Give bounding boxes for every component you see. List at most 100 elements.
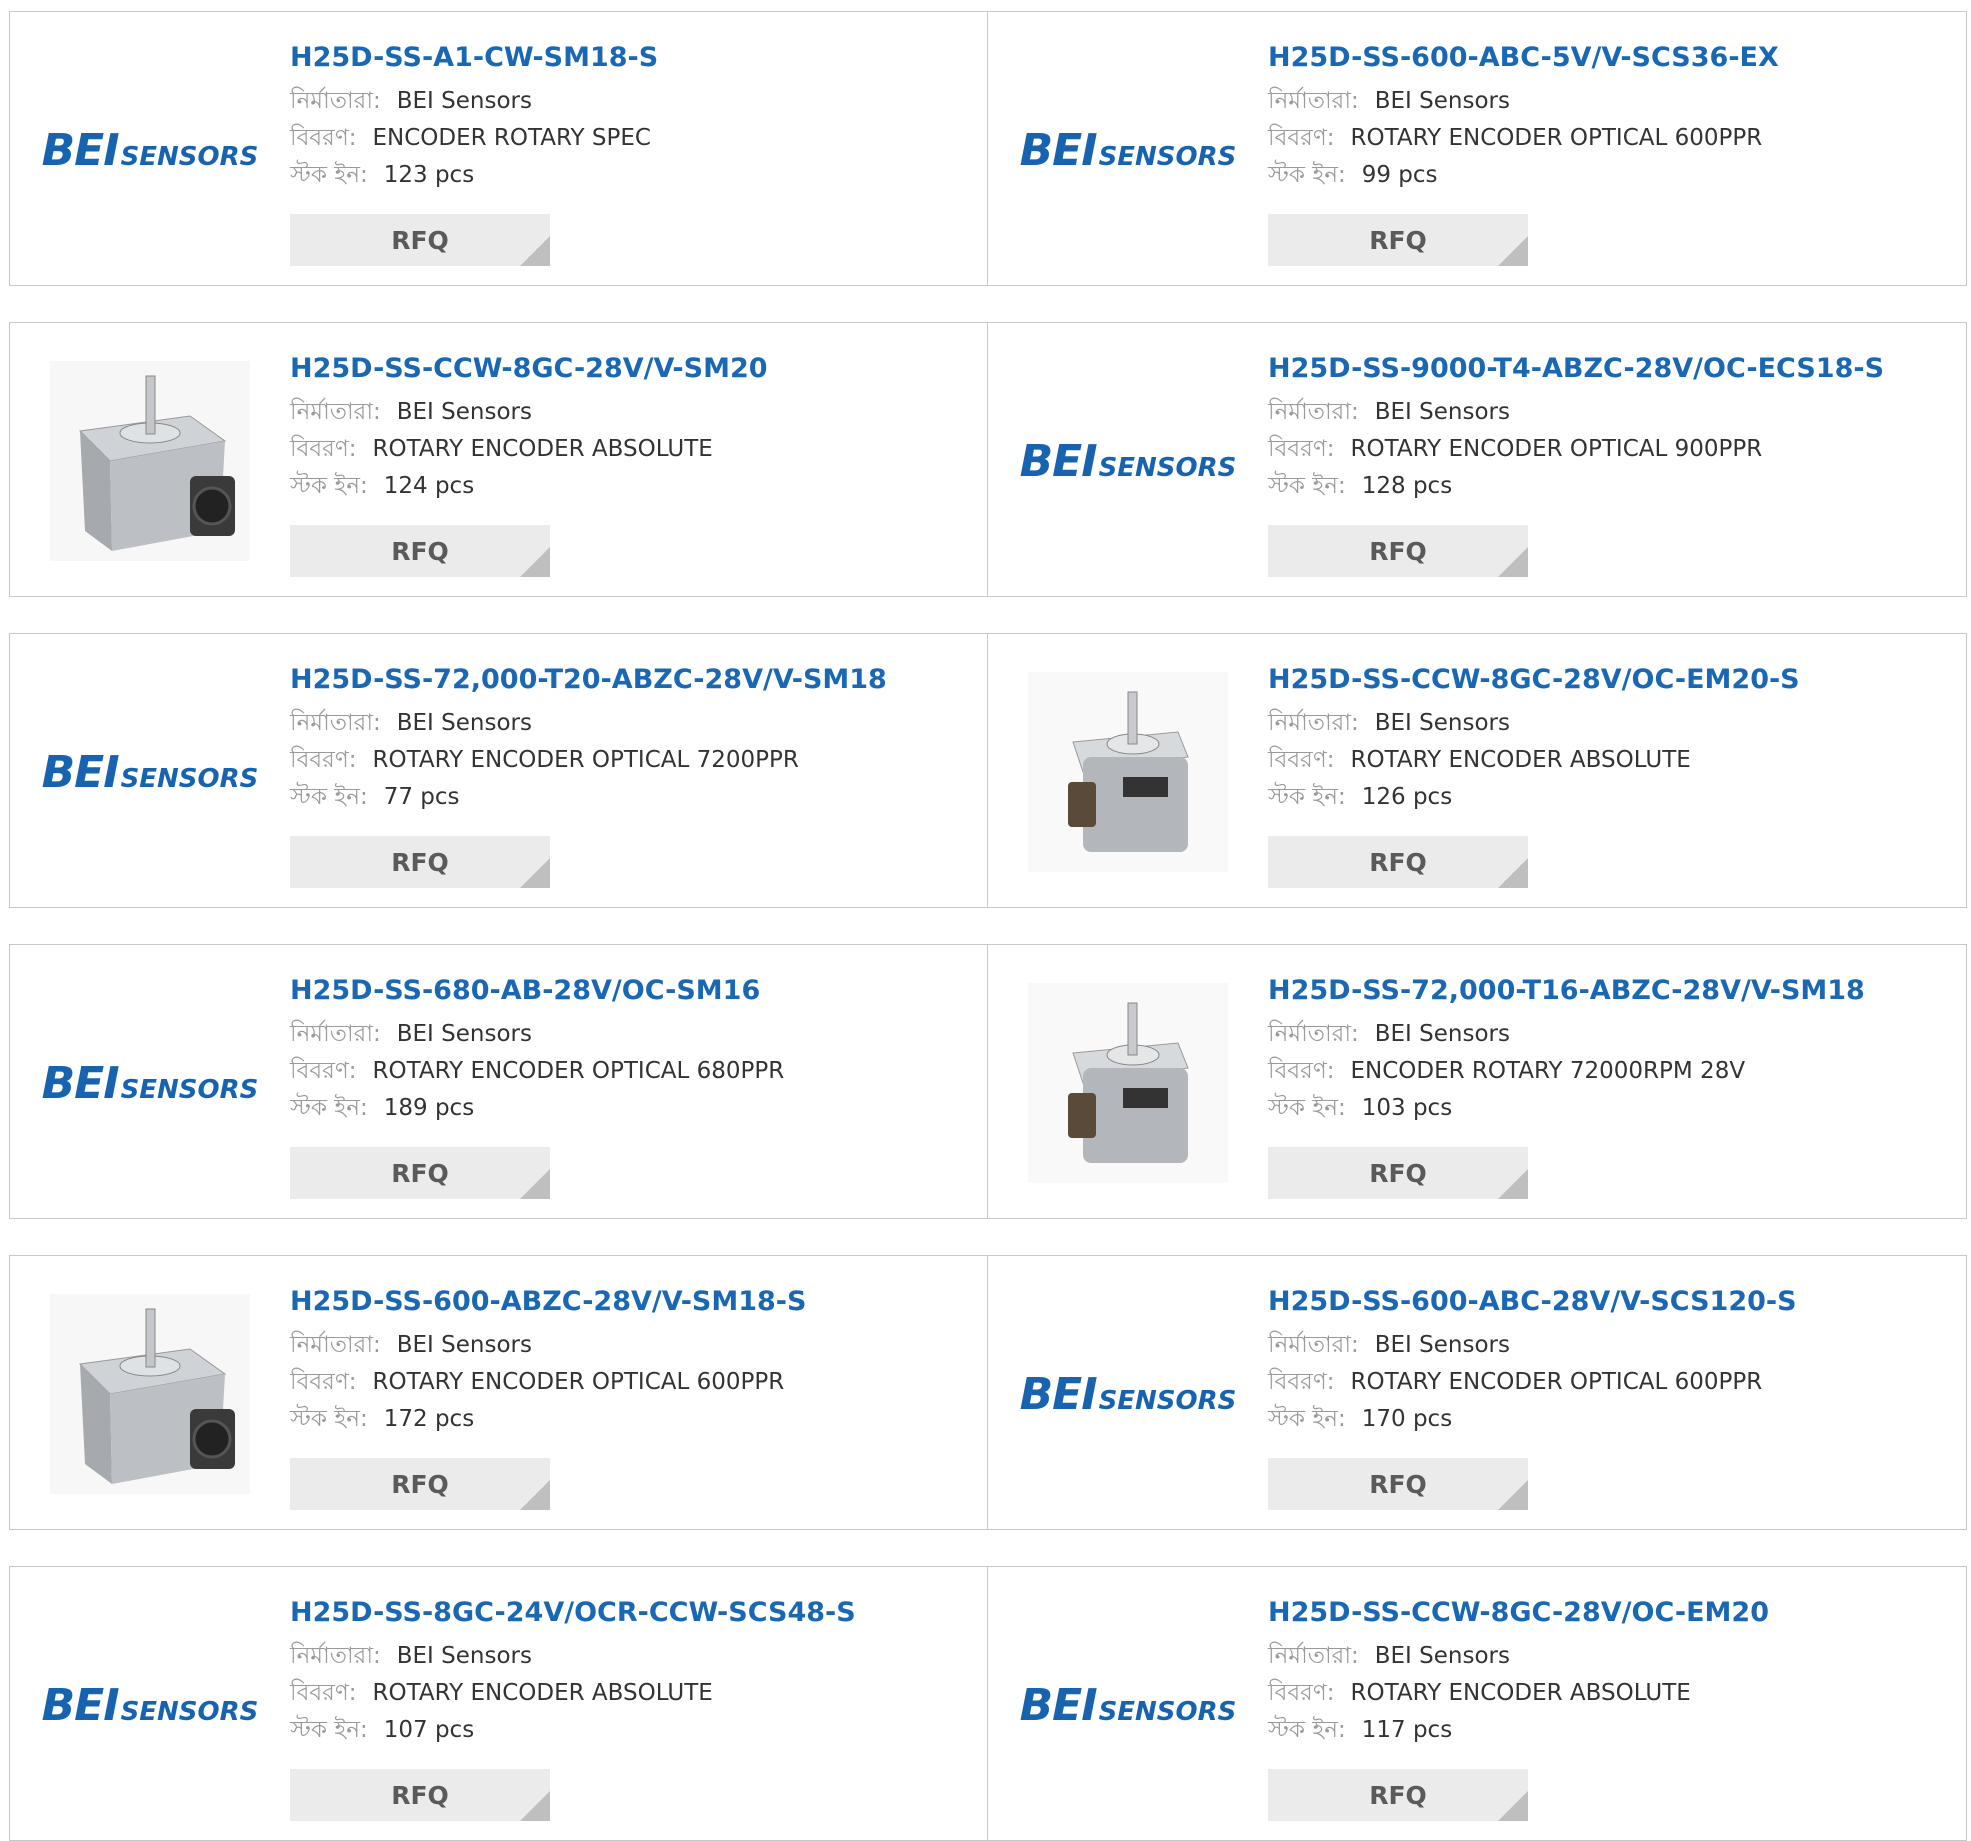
product-image[interactable] xyxy=(1018,973,1238,1193)
product-image[interactable]: BEI SENSORS xyxy=(1018,1595,1238,1815)
rfq-button[interactable]: RFQ xyxy=(1268,214,1528,266)
product-part-link[interactable]: H25D-SS-600-ABC-5V/V-SCS36-EX xyxy=(1268,42,1946,73)
product-part-link[interactable]: H25D-SS-8GC-24V/OCR-CCW-SCS48-S xyxy=(290,1597,968,1628)
stock-value: 103 pcs xyxy=(1361,1095,1453,1121)
rfq-button[interactable]: RFQ xyxy=(1268,1769,1528,1821)
corner-decoration xyxy=(520,1169,550,1199)
stock-value: 189 pcs xyxy=(383,1095,475,1121)
manufacturer-value: BEI Sensors xyxy=(396,1332,532,1358)
encoder-photo xyxy=(1028,672,1228,872)
product-card: BEI SENSORS H25D-SS-72,000-T20-ABZC-28V/V… xyxy=(9,633,989,908)
manufacturer-label: নির্মাতারা: xyxy=(290,1021,381,1047)
description-row: বিবরণ: ROTARY ENCODER OPTICAL 900PPR xyxy=(1268,431,1946,468)
rfq-button[interactable]: RFQ xyxy=(1268,525,1528,577)
product-part-link[interactable]: H25D-SS-CCW-8GC-28V/V-SM20 xyxy=(290,353,968,384)
product-image[interactable]: BEI SENSORS xyxy=(40,1595,260,1815)
stock-value: 99 pcs xyxy=(1361,162,1438,188)
product-image[interactable]: BEI SENSORS xyxy=(1018,1284,1238,1504)
logo-bei-text: BEI xyxy=(41,1679,120,1731)
bei-sensors-logo: BEI SENSORS xyxy=(1020,125,1237,176)
stock-value: 124 pcs xyxy=(383,473,475,499)
product-part-link[interactable]: H25D-SS-9000-T4-ABZC-28V/OC-ECS18-S xyxy=(1268,353,1946,384)
product-info: H25D-SS-CCW-8GC-28V/V-SM20 নির্মাতারা: BE… xyxy=(290,353,968,505)
stock-label: স্টক ইন: xyxy=(1268,1095,1346,1121)
rfq-button[interactable]: RFQ xyxy=(290,525,550,577)
manufacturer-label: নির্মাতারা: xyxy=(1268,88,1359,114)
rfq-button[interactable]: RFQ xyxy=(1268,1458,1528,1510)
stock-label: স্টক ইন: xyxy=(1268,784,1346,810)
stock-row: স্টক ইন: 128 pcs xyxy=(1268,468,1946,505)
product-card: BEI SENSORS H25D-SS-8GC-24V/OCR-CCW-SCS48… xyxy=(9,1566,989,1841)
product-part-link[interactable]: H25D-SS-600-ABC-28V/V-SCS120-S xyxy=(1268,1286,1946,1317)
product-part-link[interactable]: H25D-SS-A1-CW-SM18-S xyxy=(290,42,968,73)
product-image[interactable] xyxy=(1018,662,1238,882)
product-card: BEI SENSORS H25D-SS-680-AB-28V/OC-SM16 নি… xyxy=(9,944,989,1219)
product-image[interactable]: BEI SENSORS xyxy=(1018,40,1238,260)
logo-sensors-text: SENSORS xyxy=(120,1696,259,1727)
description-label: বিবরণ: xyxy=(290,1058,357,1084)
rfq-button[interactable]: RFQ xyxy=(290,1458,550,1510)
bei-sensors-logo: BEI SENSORS xyxy=(42,125,259,176)
stock-label: স্টক ইন: xyxy=(1268,1717,1346,1743)
rfq-button[interactable]: RFQ xyxy=(1268,1147,1528,1199)
product-image[interactable]: BEI SENSORS xyxy=(40,40,260,260)
manufacturer-value: BEI Sensors xyxy=(1374,1332,1510,1358)
product-image[interactable]: BEI SENSORS xyxy=(40,662,260,882)
description-label: বিবরণ: xyxy=(1268,1680,1335,1706)
product-info: H25D-SS-A1-CW-SM18-S নির্মাতারা: BEI Sens… xyxy=(290,42,968,194)
corner-decoration xyxy=(520,1480,550,1510)
description-value: ROTARY ENCODER OPTICAL 600PPR xyxy=(1350,1369,1763,1395)
description-row: বিবরণ: ENCODER ROTARY SPEC xyxy=(290,120,968,157)
rfq-label: RFQ xyxy=(391,847,449,877)
product-image[interactable]: BEI SENSORS xyxy=(1018,351,1238,571)
description-row: বিবরণ: ROTARY ENCODER ABSOLUTE xyxy=(1268,742,1946,779)
product-part-link[interactable]: H25D-SS-CCW-8GC-28V/OC-EM20 xyxy=(1268,1597,1946,1628)
rfq-label: RFQ xyxy=(391,225,449,255)
logo-bei-text: BEI xyxy=(41,1057,120,1109)
description-label: বিবরণ: xyxy=(1268,1058,1335,1084)
rfq-button[interactable]: RFQ xyxy=(290,214,550,266)
description-label: বিবরণ: xyxy=(1268,436,1335,462)
product-part-link[interactable]: H25D-SS-600-ABZC-28V/V-SM18-S xyxy=(290,1286,968,1317)
description-label: বিবরণ: xyxy=(290,747,357,773)
product-image[interactable] xyxy=(40,1284,260,1504)
product-card: H25D-SS-72,000-T16-ABZC-28V/V-SM18 নির্ম… xyxy=(987,944,1967,1219)
product-part-link[interactable]: H25D-SS-72,000-T20-ABZC-28V/V-SM18 xyxy=(290,664,968,695)
stock-row: স্টক ইন: 77 pcs xyxy=(290,779,968,816)
bei-sensors-logo: BEI SENSORS xyxy=(42,1680,259,1731)
bei-sensors-logo: BEI SENSORS xyxy=(1020,1369,1237,1420)
corner-decoration xyxy=(1498,1791,1528,1821)
stock-label: স্টক ইন: xyxy=(290,1095,368,1121)
stock-label: স্টক ইন: xyxy=(1268,1406,1346,1432)
rfq-label: RFQ xyxy=(391,1158,449,1188)
bei-sensors-logo: BEI SENSORS xyxy=(42,747,259,798)
description-row: বিবরণ: ROTARY ENCODER ABSOLUTE xyxy=(1268,1675,1946,1712)
product-part-link[interactable]: H25D-SS-680-AB-28V/OC-SM16 xyxy=(290,975,968,1006)
description-label: বিবরণ: xyxy=(1268,125,1335,151)
rfq-label: RFQ xyxy=(1369,1780,1427,1810)
manufacturer-value: BEI Sensors xyxy=(1374,710,1510,736)
product-image[interactable]: BEI SENSORS xyxy=(40,973,260,1193)
stock-label: স্টক ইন: xyxy=(290,473,368,499)
manufacturer-label: নির্মাতারা: xyxy=(290,1643,381,1669)
product-part-link[interactable]: H25D-SS-CCW-8GC-28V/OC-EM20-S xyxy=(1268,664,1946,695)
rfq-button[interactable]: RFQ xyxy=(290,1147,550,1199)
rfq-label: RFQ xyxy=(391,1469,449,1499)
product-image[interactable] xyxy=(40,351,260,571)
rfq-button[interactable]: RFQ xyxy=(290,1769,550,1821)
stock-label: স্টক ইন: xyxy=(290,1406,368,1432)
manufacturer-value: BEI Sensors xyxy=(396,1643,532,1669)
rfq-button[interactable]: RFQ xyxy=(290,836,550,888)
stock-value: 126 pcs xyxy=(1361,784,1453,810)
corner-decoration xyxy=(1498,236,1528,266)
manufacturer-row: নির্মাতারা: BEI Sensors xyxy=(290,1327,968,1364)
rfq-label: RFQ xyxy=(1369,536,1427,566)
logo-sensors-text: SENSORS xyxy=(120,1074,259,1105)
rfq-button[interactable]: RFQ xyxy=(1268,836,1528,888)
product-card: H25D-SS-600-ABZC-28V/V-SM18-S নির্মাতারা… xyxy=(9,1255,989,1530)
product-info: H25D-SS-600-ABC-28V/V-SCS120-S নির্মাতার… xyxy=(1268,1286,1946,1438)
description-value: ROTARY ENCODER ABSOLUTE xyxy=(372,436,713,462)
logo-bei-text: BEI xyxy=(1019,435,1098,487)
product-part-link[interactable]: H25D-SS-72,000-T16-ABZC-28V/V-SM18 xyxy=(1268,975,1946,1006)
encoder-photo xyxy=(50,361,250,561)
